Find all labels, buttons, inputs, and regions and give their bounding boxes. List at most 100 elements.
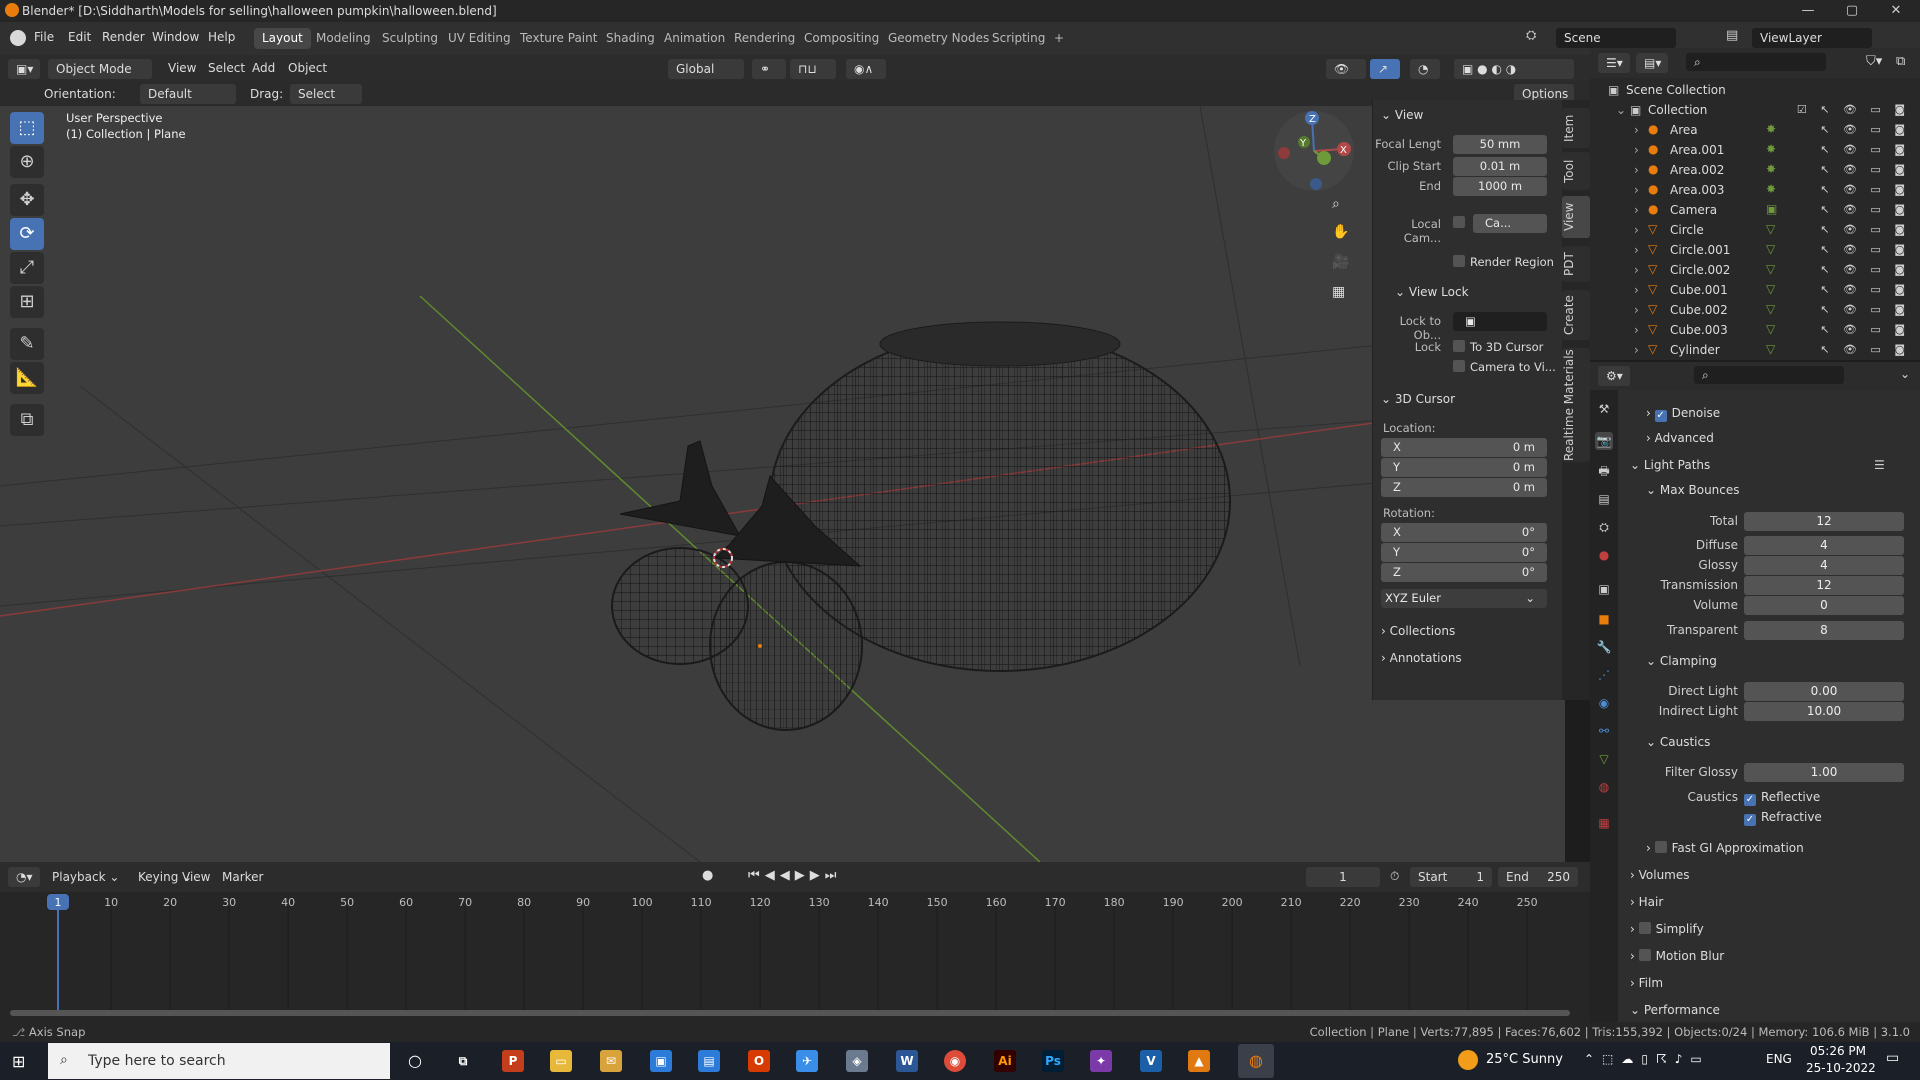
- visibility-toggles[interactable]: ↖ 👁 ▭ ◙: [1820, 223, 1910, 236]
- app-icon-v[interactable]: V: [1140, 1050, 1162, 1072]
- transform-tool-icon[interactable]: ⊞: [10, 286, 44, 318]
- ortho-toggle-icon[interactable]: ▦: [1332, 284, 1354, 306]
- particles-tab-icon[interactable]: ⋰: [1595, 666, 1613, 684]
- collections-section-header[interactable]: › Collections: [1381, 624, 1455, 638]
- outliner-item[interactable]: › ▽ Circle.001 ▽ ↖ 👁 ▭ ◙: [1590, 240, 1920, 260]
- object-data-icon[interactable]: ▽: [1766, 342, 1775, 356]
- view-layer-selector[interactable]: ViewLayer: [1752, 28, 1872, 48]
- outliner-item[interactable]: › ▽ Circle ▽ ↖ 👁 ▭ ◙: [1590, 220, 1920, 240]
- object-data-icon[interactable]: ✸: [1766, 142, 1776, 156]
- performance-panel[interactable]: ⌄ Performance: [1630, 1003, 1720, 1017]
- tab-uv-editing[interactable]: UV Editing: [440, 28, 519, 49]
- move-tool-icon[interactable]: ✥: [10, 184, 44, 216]
- properties-search-input[interactable]: ⌕: [1694, 366, 1844, 384]
- tab-layout[interactable]: Layout: [254, 28, 311, 49]
- overlay-toggle-icon[interactable]: ◔: [1410, 59, 1440, 79]
- menu-help[interactable]: Help: [208, 30, 235, 44]
- transform-orientation-dropdown[interactable]: Global: [668, 59, 744, 79]
- expand-arrow-icon[interactable]: ›: [1634, 163, 1639, 177]
- texture-tab-icon[interactable]: ▦: [1595, 814, 1613, 832]
- filter-glossy-field[interactable]: 1.00: [1744, 763, 1904, 782]
- volumes-panel[interactable]: › Volumes: [1630, 868, 1690, 882]
- outliner-item[interactable]: › ▽ Cube.003 ▽ ↖ 👁 ▭ ◙: [1590, 320, 1920, 340]
- clip-end-field[interactable]: 1000 m: [1453, 177, 1547, 196]
- shading-mode-buttons[interactable]: ▣ ● ◐ ◑: [1454, 59, 1574, 79]
- reflective-checkbox[interactable]: ✓ Reflective: [1744, 790, 1820, 806]
- display-mode-button[interactable]: ▤▾: [1636, 53, 1668, 73]
- volume-bounces-field[interactable]: 0: [1744, 596, 1904, 615]
- outliner-item[interactable]: › ▽ Cylinder ▽ ↖ 👁 ▭ ◙: [1590, 340, 1920, 360]
- playback-controls[interactable]: ⏮◀◀▶▶⏭: [748, 868, 841, 883]
- camera-to-view-checkbox[interactable]: Camera to Vi...: [1453, 360, 1556, 374]
- expand-arrow-icon[interactable]: ›: [1634, 243, 1639, 257]
- cursor-rotation-x-field[interactable]: X 0°: [1381, 523, 1547, 542]
- constraints-tab-icon[interactable]: ⚯: [1595, 722, 1613, 740]
- proportional-edit-icon[interactable]: ◉∧: [846, 59, 886, 79]
- menu-render[interactable]: Render: [102, 30, 145, 44]
- timeline-editor-type-button[interactable]: ◔▾: [8, 867, 40, 887]
- cursor-tool-icon[interactable]: ⊕: [10, 146, 44, 178]
- modifier-tab-icon[interactable]: 🔧: [1595, 638, 1613, 656]
- outliner-search-input[interactable]: ⌕: [1686, 53, 1826, 71]
- visibility-icon[interactable]: 👁: [1326, 59, 1366, 79]
- menu-marker[interactable]: Marker: [222, 870, 263, 884]
- material-tab-icon[interactable]: ◍: [1595, 778, 1613, 796]
- store-icon[interactable]: ▤: [698, 1050, 720, 1072]
- windows-start-icon[interactable]: ⊞: [12, 1052, 25, 1071]
- illustrator-icon[interactable]: Ai: [994, 1050, 1016, 1072]
- menu-playback[interactable]: Playback ⌄: [52, 870, 119, 884]
- tab-scripting[interactable]: Scripting: [984, 28, 1053, 49]
- outliner-editor-type-button[interactable]: ☰▾: [1598, 53, 1630, 73]
- object-data-icon[interactable]: ✸: [1766, 162, 1776, 176]
- blender-taskbar-icon[interactable]: ◍: [1238, 1044, 1274, 1078]
- fast-gi-subpanel[interactable]: › Fast GI Approximation: [1646, 841, 1804, 855]
- rotation-mode-dropdown[interactable]: XYZ Euler ⌄: [1381, 589, 1547, 608]
- app-icon-purple[interactable]: ✦: [1090, 1050, 1112, 1072]
- camera-view-icon[interactable]: 🎥: [1332, 254, 1354, 276]
- cursor-location-y-field[interactable]: Y0 m: [1381, 458, 1547, 477]
- total-bounces-field[interactable]: 12: [1744, 512, 1904, 531]
- tab-geometry-nodes[interactable]: Geometry Nodes: [880, 28, 997, 49]
- gizmo-neg-x-ball[interactable]: [1278, 147, 1290, 159]
- object-data-icon[interactable]: ▣: [1766, 202, 1777, 216]
- clip-start-field[interactable]: 0.01 m: [1453, 157, 1547, 176]
- expand-arrow-icon[interactable]: ›: [1634, 343, 1639, 357]
- local-camera-field[interactable]: Ca...: [1473, 214, 1547, 233]
- view-lock-header[interactable]: ⌄ View Lock: [1395, 285, 1469, 299]
- outliner-item[interactable]: › ▽ Cube.002 ▽ ↖ 👁 ▭ ◙: [1590, 300, 1920, 320]
- physics-tab-icon[interactable]: ◉: [1595, 694, 1613, 712]
- object-data-icon[interactable]: ▽: [1766, 322, 1775, 336]
- outliner-item[interactable]: › ● Area.001 ✸ ↖ 👁 ▭ ◙: [1590, 140, 1920, 160]
- cursor-location-z-field[interactable]: Z0 m: [1381, 478, 1547, 497]
- local-camera-checkbox[interactable]: [1453, 216, 1470, 230]
- object-data-icon[interactable]: ▽: [1766, 222, 1775, 236]
- file-explorer-icon[interactable]: ▭: [550, 1050, 572, 1072]
- object-tab-icon[interactable]: ■: [1595, 610, 1613, 628]
- add-workspace-button[interactable]: +: [1046, 28, 1072, 49]
- language-indicator[interactable]: ENG: [1766, 1052, 1792, 1066]
- render-tab-icon[interactable]: 📷: [1595, 432, 1613, 450]
- visibility-toggles[interactable]: ↖ 👁 ▭ ◙: [1820, 263, 1910, 276]
- photoshop-icon[interactable]: Ps: [1042, 1050, 1064, 1072]
- cursor-rotation-y-field[interactable]: Y 0°: [1381, 543, 1547, 562]
- pivot-point-icon[interactable]: ⚭: [752, 59, 786, 79]
- light-paths-panel[interactable]: ⌄ Light Paths: [1630, 458, 1710, 472]
- close-button[interactable]: ✕: [1874, 0, 1918, 22]
- tab-shading[interactable]: Shading: [598, 28, 663, 49]
- blender-menu-icon[interactable]: [10, 30, 26, 46]
- expand-arrow-icon[interactable]: ›: [1634, 123, 1639, 137]
- cursor-location-x-field[interactable]: X0 m: [1381, 438, 1547, 457]
- tab-tool[interactable]: Tool: [1562, 152, 1590, 190]
- start-frame-field[interactable]: Start 1: [1410, 867, 1492, 887]
- caustics-subpanel[interactable]: ⌄ Caustics: [1646, 735, 1710, 749]
- app-icon-blue[interactable]: ✈: [796, 1050, 818, 1072]
- object-mode-dropdown[interactable]: Object Mode: [48, 59, 152, 79]
- menu-file[interactable]: File: [34, 30, 54, 44]
- outliner-item[interactable]: › ▽ Cube.001 ▽ ↖ 👁 ▭ ◙: [1590, 280, 1920, 300]
- scale-tool-icon[interactable]: ⤢: [10, 252, 44, 284]
- powerpoint-icon[interactable]: P: [502, 1050, 524, 1072]
- visibility-toggles[interactable]: ↖ 👁 ▭ ◙: [1820, 163, 1910, 176]
- tab-modeling[interactable]: Modeling: [308, 28, 379, 49]
- snap-icon[interactable]: ⊓⊔: [790, 59, 836, 79]
- expand-arrow-icon[interactable]: ›: [1634, 303, 1639, 317]
